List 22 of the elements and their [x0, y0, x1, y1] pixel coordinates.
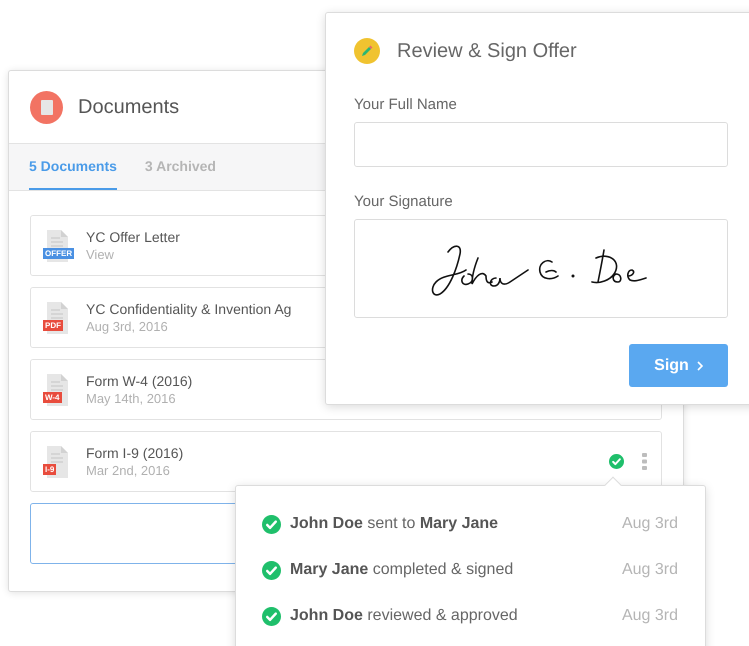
- activity-date: Aug 3rd: [622, 514, 678, 534]
- panel-title: Documents: [78, 95, 180, 120]
- document-name: Form W-4 (2016): [86, 372, 194, 390]
- panel-title: Review & Sign Offer: [397, 39, 577, 64]
- document-name: YC Offer Letter: [86, 228, 181, 246]
- document-date: View: [86, 246, 115, 263]
- document-date: Mar 2nd, 2016: [86, 462, 171, 479]
- activity-text: John Doe reviewed & approved: [290, 606, 519, 626]
- file-badge: W-4: [43, 392, 62, 402]
- document-date: May 14th, 2016: [86, 390, 177, 407]
- file-badge: PDF: [43, 320, 63, 330]
- activity-text: John Doe sent to Mary Jane: [290, 514, 500, 534]
- file-badge: I-9: [43, 464, 56, 474]
- document-name: Form I-9 (2016): [86, 444, 184, 462]
- document-name: YC Confidentiality & Invention Ag: [86, 300, 292, 318]
- field-label: Your Full Name: [354, 96, 458, 114]
- field-label: Your Signature: [354, 193, 454, 211]
- activity-date: Aug 3rd: [622, 560, 678, 580]
- activity-text: Mary Jane completed & signed: [290, 560, 514, 580]
- activity-date: Aug 3rd: [622, 606, 678, 626]
- document-date: Aug 3rd, 2016: [86, 318, 169, 335]
- file-badge: OFFER: [43, 248, 74, 258]
